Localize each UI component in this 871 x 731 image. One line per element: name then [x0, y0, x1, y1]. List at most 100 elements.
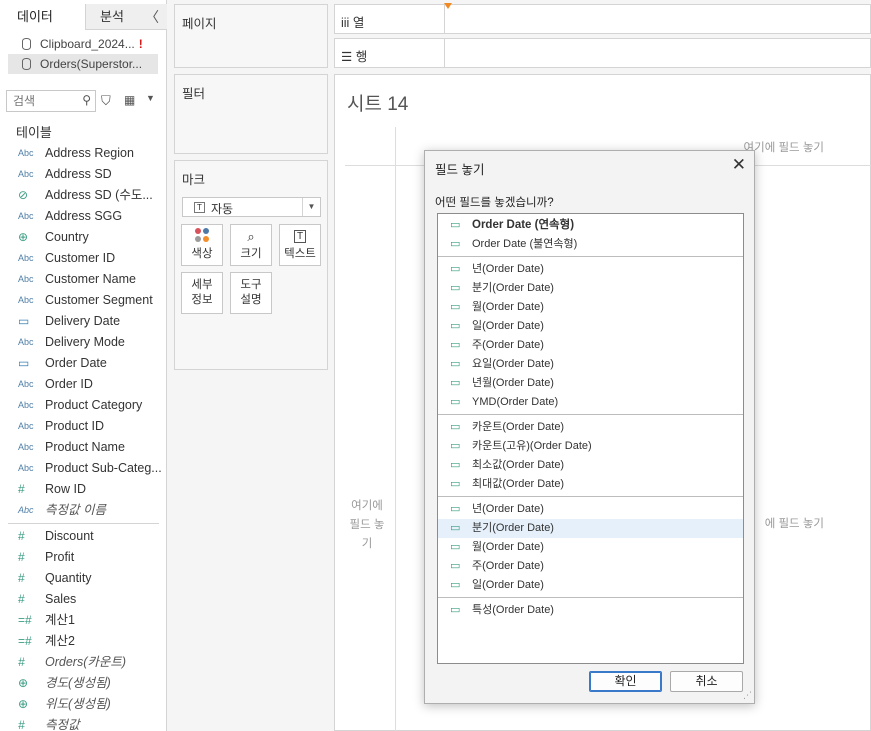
field-option[interactable]: ▭ 년(Order Date) — [438, 260, 743, 279]
field-option[interactable]: ▭ 카운트(고유)(Order Date) — [438, 437, 743, 456]
field-option[interactable]: ▭ 주(Order Date) — [438, 557, 743, 576]
field-item[interactable]: Abc Product Category — [0, 395, 167, 416]
field-item[interactable]: Abc Customer Name — [0, 269, 167, 290]
tab-analysis[interactable]: 분석 〈 — [86, 4, 167, 30]
field-item[interactable]: ⊕ Country — [0, 227, 167, 248]
chevron-down-icon[interactable]: ▼ — [146, 93, 155, 103]
field-option[interactable]: ▭ Order Date (불연속형) — [438, 235, 743, 254]
text-type-icon: Abc — [18, 505, 34, 515]
field-item[interactable]: Abc Customer Segment — [0, 290, 167, 311]
data-pane: 데이터 분석 〈 Clipboard_2024...! Orders(Superst… — [0, 0, 167, 731]
field-item[interactable]: Abc Address SGG — [0, 206, 167, 227]
field-item[interactable]: Abc Delivery Mode — [0, 332, 167, 353]
field-item[interactable]: # Row ID — [0, 479, 167, 500]
calendar-icon: ▭ — [450, 358, 461, 370]
mark-type-select[interactable]: T 자동 ▼ — [182, 197, 321, 217]
data-source-item[interactable]: Clipboard_2024...! — [8, 34, 158, 54]
drop-zone-columns[interactable]: 여기에 필드 놓기 — [744, 139, 824, 155]
field-item[interactable]: # 측정값 — [0, 715, 167, 731]
field-option[interactable]: ▭ 카운트(Order Date) — [438, 418, 743, 437]
field-option-label: 요일(Order Date) — [472, 358, 554, 370]
field-item[interactable]: ⊕ 경도(생성됨) — [0, 673, 167, 694]
close-icon[interactable]: ✕ — [732, 155, 746, 175]
field-option[interactable]: ▭ 주(Order Date) — [438, 336, 743, 355]
field-search-row: ⚲ ⛉ ▦ ▼ — [6, 90, 161, 112]
field-item[interactable]: Abc Product ID — [0, 416, 167, 437]
field-option[interactable]: ▭ 분기(Order Date) — [438, 519, 743, 538]
calculated-field-icon: =# — [18, 634, 32, 648]
search-input[interactable] — [7, 91, 77, 111]
field-option[interactable]: ▭ 분기(Order Date) — [438, 279, 743, 298]
pages-card[interactable]: 페이지 — [174, 4, 328, 68]
detail-button[interactable]: 세부 정보 — [181, 272, 223, 314]
field-option[interactable]: ▭ Order Date (연속형) — [438, 216, 743, 235]
search-icon[interactable]: ⚲ — [82, 93, 91, 107]
chevron-down-icon[interactable]: ▼ — [302, 198, 320, 216]
view-list-icon[interactable]: ▦ — [124, 93, 135, 107]
field-item[interactable]: Abc 측정값 이름 — [0, 500, 167, 521]
field-option-label: 카운트(고유)(Order Date) — [472, 440, 592, 452]
field-option[interactable]: ▭ 최대값(Order Date) — [438, 475, 743, 494]
field-option[interactable]: ▭ YMD(Order Date) — [438, 393, 743, 412]
cancel-button[interactable]: 취소 — [670, 671, 743, 692]
tab-data[interactable]: 데이터 — [0, 4, 86, 30]
color-button[interactable]: 색상 — [181, 224, 223, 266]
field-option[interactable]: ▭ 년월(Order Date) — [438, 374, 743, 393]
rows-shelf-label: ☰ 행 — [341, 46, 367, 65]
field-item[interactable]: # Profit — [0, 547, 167, 568]
calendar-icon: ▭ — [450, 604, 461, 616]
field-option[interactable]: ▭ 일(Order Date) — [438, 317, 743, 336]
drop-field-dialog: 필드 놓기 ✕ 어떤 필드를 놓겠습니까? ▭ Order Date (연속형) ▭… — [424, 150, 755, 704]
resize-grip-icon[interactable]: ⋰ — [743, 690, 752, 701]
calendar-icon: ▭ — [450, 522, 461, 534]
field-option-label: 최대값(Order Date) — [472, 478, 565, 490]
ok-button[interactable]: 확인 — [589, 671, 662, 692]
field-label: Address SD (수도... — [45, 188, 153, 202]
field-option[interactable]: ▭ 특성(Order Date) — [438, 601, 743, 620]
field-item[interactable]: # Orders(카운트) — [0, 652, 167, 673]
text-button[interactable]: T 텍스트 — [279, 224, 321, 266]
field-item[interactable]: ▭ Delivery Date — [0, 311, 167, 332]
field-item[interactable]: Abc Product Sub-Categ... — [0, 458, 167, 479]
field-item[interactable]: Abc Product Name — [0, 437, 167, 458]
field-item[interactable]: # Sales — [0, 589, 167, 610]
text-type-icon: Abc — [18, 379, 34, 389]
columns-shelf[interactable]: iii 열 — [334, 4, 871, 34]
field-item[interactable]: ▭ Order Date — [0, 353, 167, 374]
field-label: 위도(생성됨) — [45, 697, 111, 711]
drop-zone-rows[interactable]: 여기에 필드 놓기 — [345, 497, 389, 554]
field-item[interactable]: ⊕ 위도(생성됨) — [0, 694, 167, 715]
size-button-label: 크기 — [240, 248, 262, 260]
field-item[interactable]: Abc Customer ID — [0, 248, 167, 269]
field-item[interactable]: =# 계산2 — [0, 631, 167, 652]
dialog-title: 필드 놓기 — [435, 163, 485, 177]
rows-shelf[interactable]: ☰ 행 — [334, 38, 871, 68]
field-item[interactable]: Abc Address Region — [0, 143, 167, 164]
field-item[interactable]: # Discount — [0, 526, 167, 547]
field-option[interactable]: ▭ 년(Order Date) — [438, 500, 743, 519]
field-option[interactable]: ▭ 최소값(Order Date) — [438, 456, 743, 475]
text-button-label: 텍스트 — [284, 248, 316, 260]
field-option[interactable]: ▭ 월(Order Date) — [438, 298, 743, 317]
field-option[interactable]: ▭ 월(Order Date) — [438, 538, 743, 557]
field-option-label: Order Date (불연속형) — [472, 238, 578, 250]
tab-analysis-label: 분석 — [100, 9, 124, 24]
shelf-divider — [444, 5, 445, 33]
tooltip-button[interactable]: 도구 설명 — [230, 272, 272, 314]
field-option[interactable]: ▭ 일(Order Date) — [438, 576, 743, 595]
cards-column: 페이지 필터 마크 T 자동 ▼ 색상 ⌕ 크기 T 텍스트 세부 정보 도구 … — [167, 0, 333, 731]
size-button[interactable]: ⌕ 크기 — [230, 224, 272, 266]
collapse-pane-icon[interactable]: 〈 — [145, 4, 159, 30]
field-item[interactable]: ⊘ Address SD (수도... — [0, 185, 167, 206]
field-item[interactable]: Abc Order ID — [0, 374, 167, 395]
data-source-item[interactable]: Orders(Superstor... — [8, 54, 158, 74]
field-option[interactable]: ▭ 요일(Order Date) — [438, 355, 743, 374]
mark-type-value: 자동 — [211, 202, 234, 216]
filter-icon[interactable]: ⛉ — [101, 93, 111, 109]
field-item[interactable]: Abc Address SD — [0, 164, 167, 185]
field-item[interactable]: # Quantity — [0, 568, 167, 589]
field-item[interactable]: =# 계산1 — [0, 610, 167, 631]
drop-zone-body[interactable]: 에 필드 놓기 — [765, 515, 824, 531]
filters-card[interactable]: 필터 — [174, 74, 328, 154]
field-option-label: 년(Order Date) — [472, 263, 544, 275]
